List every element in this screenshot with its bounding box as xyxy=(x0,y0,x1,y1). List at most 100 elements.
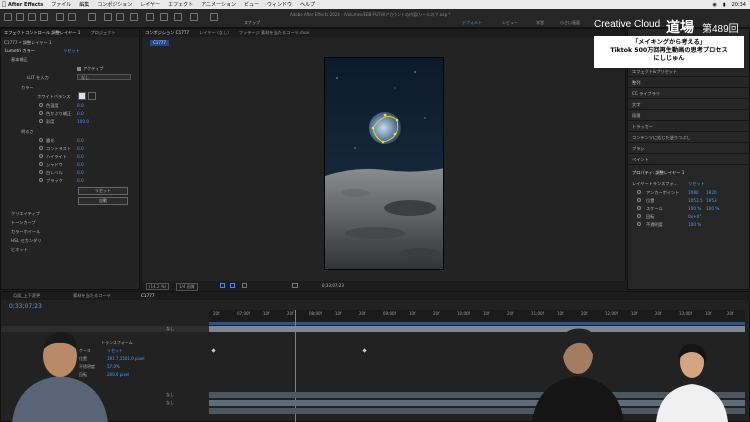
saturation-value[interactable]: 100.0 xyxy=(77,119,89,124)
tab-timeline-c1777[interactable]: C1777 xyxy=(141,293,155,298)
tab-layer[interactable]: レイヤー (なし) xyxy=(199,30,229,36)
apple-icon[interactable]:  xyxy=(0,1,8,8)
menu-help[interactable]: ヘルプ xyxy=(300,1,315,8)
menu-layer[interactable]: レイヤー xyxy=(140,1,160,8)
section-color[interactable]: カラー xyxy=(21,85,34,91)
menu-effect[interactable]: エフェクト xyxy=(168,1,193,8)
layer-bar[interactable] xyxy=(209,326,745,332)
timeline-current-time[interactable]: 0;33;07;23 xyxy=(9,303,42,310)
comp-current-time[interactable]: 0;33;07;23 xyxy=(322,283,344,288)
panel-paint[interactable]: ペイント xyxy=(632,157,649,163)
section-color-wheels[interactable]: カラーホイール xyxy=(11,229,40,235)
keyframe[interactable] xyxy=(362,348,367,353)
brush-tool-icon[interactable] xyxy=(146,13,154,21)
contrast-value[interactable]: 0.0 xyxy=(77,146,84,151)
clone-stamp-icon[interactable] xyxy=(160,13,168,21)
position-prop-value[interactable]: 191.7,1501.0 pixel xyxy=(107,356,144,361)
panel-brushes[interactable]: ブラシ xyxy=(632,146,644,152)
panel-cc-libraries[interactable]: CC ライブラリ xyxy=(632,91,660,97)
highlights-value[interactable]: 0.0 xyxy=(77,154,84,159)
transform-label[interactable]: レイヤートランスフォ... xyxy=(632,181,678,187)
snap-toggle[interactable]: スナップ xyxy=(244,20,260,26)
anchor-x-value[interactable]: 1080 xyxy=(688,190,699,195)
stopwatch-icon[interactable] xyxy=(39,119,43,123)
menu-edit[interactable]: 編集 xyxy=(79,1,89,8)
transform-reset-link[interactable]: リセット xyxy=(688,181,705,187)
puppet-tool-icon[interactable] xyxy=(190,13,198,21)
panel-content-aware-fill[interactable]: コンテンツに応じた塗りつぶし xyxy=(632,135,691,141)
keyframe[interactable] xyxy=(211,348,216,353)
tab-footage[interactable]: フッテージ 素材を当たるコーヤ.mov xyxy=(239,30,309,36)
active-checkbox[interactable] xyxy=(77,67,81,71)
panel-paragraph[interactable]: 段落 xyxy=(632,113,640,119)
shadows-value[interactable]: 0.0 xyxy=(77,162,84,167)
snapshot-icon[interactable] xyxy=(292,283,298,288)
text-tool-icon[interactable] xyxy=(130,13,138,21)
effect-reset-link[interactable]: リセット xyxy=(63,48,80,54)
parent-select[interactable]: なし xyxy=(166,400,174,406)
workspace-default[interactable]: デフォルト xyxy=(462,20,482,26)
home-icon[interactable] xyxy=(4,13,12,21)
position-x-value[interactable]: 1053.5 xyxy=(688,198,703,203)
stopwatch-icon[interactable] xyxy=(39,154,43,158)
menu-window[interactable]: ウィンドウ xyxy=(267,1,292,8)
app-menu[interactable]: After Effects xyxy=(8,2,43,8)
stopwatch-icon[interactable] xyxy=(637,206,641,210)
stopwatch-icon[interactable] xyxy=(637,214,641,218)
zoom-tool-icon[interactable] xyxy=(40,13,48,21)
lut-input-select[interactable]: なし xyxy=(77,74,131,80)
position-y-value[interactable]: 1953 xyxy=(706,198,717,203)
panel-effects-presets[interactable]: エフェクト&プリセット xyxy=(632,69,677,75)
stopwatch-icon[interactable] xyxy=(637,190,641,194)
eyedropper-icon[interactable] xyxy=(88,92,96,100)
auto-button[interactable]: 自動 xyxy=(78,197,128,205)
camera-tool-icon[interactable] xyxy=(68,13,76,21)
parent-select[interactable]: なし xyxy=(166,326,174,332)
stopwatch-icon[interactable] xyxy=(39,162,43,166)
comp-viewer-canvas[interactable] xyxy=(324,57,444,270)
effect-name[interactable]: Lumetri カラー xyxy=(5,48,35,54)
pan-behind-tool-icon[interactable] xyxy=(88,13,96,21)
menu-file[interactable]: ファイル xyxy=(51,1,71,8)
white-balance-swatch[interactable] xyxy=(78,92,86,100)
menu-animation[interactable]: アニメーション xyxy=(201,1,236,8)
panel-tracker[interactable]: トラッカー xyxy=(632,124,653,130)
menu-view[interactable]: ビュー xyxy=(244,1,259,8)
selection-tool-icon[interactable] xyxy=(16,13,24,21)
panel-align[interactable]: 整列 xyxy=(632,80,640,86)
rotate-tool-icon[interactable] xyxy=(56,13,64,21)
stopwatch-icon[interactable] xyxy=(39,111,43,115)
blacks-value[interactable]: 0.0 xyxy=(77,178,84,183)
rotation-value[interactable]: 0x+0° xyxy=(688,214,701,219)
section-light[interactable]: 明るさ xyxy=(21,129,34,135)
tab-composition[interactable]: コンポジション C1777 xyxy=(145,30,189,36)
zoom-select[interactable]: (14.2 %) xyxy=(146,283,170,290)
anchor-y-value[interactable]: 1920 xyxy=(706,190,717,195)
time-ruler[interactable]: 20f 07;00f 10f 20f 08;00f 10f 20f 09;00f… xyxy=(209,310,745,322)
comp-name-tag[interactable]: C1777 xyxy=(150,40,169,46)
reset-button[interactable]: リセット xyxy=(78,187,128,195)
temperature-value[interactable]: 0.0 xyxy=(77,103,84,108)
tint-value[interactable]: 0.0 xyxy=(77,111,84,116)
stopwatch-icon[interactable] xyxy=(39,138,43,142)
resolution-select[interactable]: 1/4 画質 xyxy=(176,283,198,291)
stopwatch-icon[interactable] xyxy=(39,178,43,182)
wifi-icon[interactable]: ◉ xyxy=(712,2,716,8)
panel-character[interactable]: 文字 xyxy=(632,102,640,108)
section-vignette[interactable]: ビネット xyxy=(11,247,28,253)
stopwatch-icon[interactable] xyxy=(39,170,43,174)
parent-select[interactable]: なし xyxy=(166,392,174,398)
scale-y-value[interactable]: 100 % xyxy=(706,206,719,211)
battery-icon[interactable]: ▮ xyxy=(723,2,726,8)
workspace-small-screen[interactable]: 小さい画面 xyxy=(560,20,580,26)
stopwatch-icon[interactable] xyxy=(39,146,43,150)
exposure-value[interactable]: 0.0 xyxy=(77,138,84,143)
transparency-grid-icon[interactable] xyxy=(230,283,235,288)
section-curves[interactable]: トーンカーブ xyxy=(11,220,36,226)
region-of-interest-icon[interactable] xyxy=(220,283,225,288)
mask-visibility-icon[interactable] xyxy=(242,283,247,288)
section-creative[interactable]: クリエイティブ xyxy=(11,211,40,217)
section-basic-correction[interactable]: 基本補正 xyxy=(11,57,28,63)
tab-timeline-moon[interactable]: 月面_上下変更 xyxy=(13,293,40,299)
work-area-bar[interactable] xyxy=(209,322,745,325)
